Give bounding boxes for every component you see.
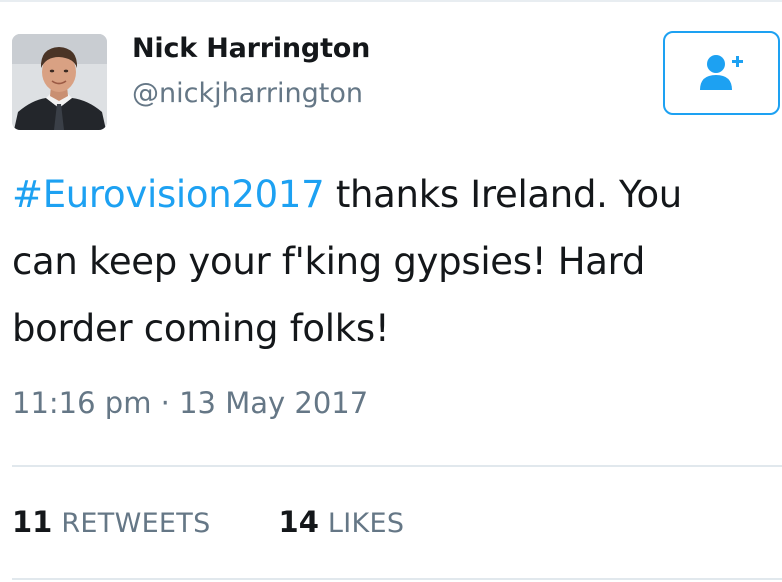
divider — [12, 465, 782, 467]
retweets-label: RETWEETS — [61, 508, 211, 539]
tweet-card: Nick Harrington @nickjharrington #Eurovi… — [0, 0, 782, 582]
top-divider — [0, 0, 782, 2]
follow-button[interactable] — [663, 31, 780, 115]
likes-label: LIKES — [327, 508, 405, 539]
tweet-stats: 11 RETWEETS 14 LIKES — [12, 505, 404, 539]
likes-stat[interactable]: 14 LIKES — [279, 505, 405, 539]
avatar-photo — [12, 34, 107, 130]
author-handle[interactable]: @nickjharrington — [132, 78, 363, 109]
retweets-count: 11 — [12, 505, 53, 539]
likes-count: 14 — [278, 505, 319, 539]
divider — [12, 578, 782, 580]
tweet-timestamp[interactable]: 11:16 pm · 13 May 2017 — [12, 386, 368, 420]
hashtag-link[interactable]: #Eurovision2017 — [12, 173, 325, 216]
author-name[interactable]: Nick Harrington — [132, 33, 370, 64]
follow-user-plus-icon — [699, 55, 743, 90]
avatar[interactable] — [12, 34, 107, 130]
retweets-stat[interactable]: 11 RETWEETS — [12, 505, 211, 539]
tweet-text: #Eurovision2017 thanks Ireland. You can … — [12, 161, 752, 362]
